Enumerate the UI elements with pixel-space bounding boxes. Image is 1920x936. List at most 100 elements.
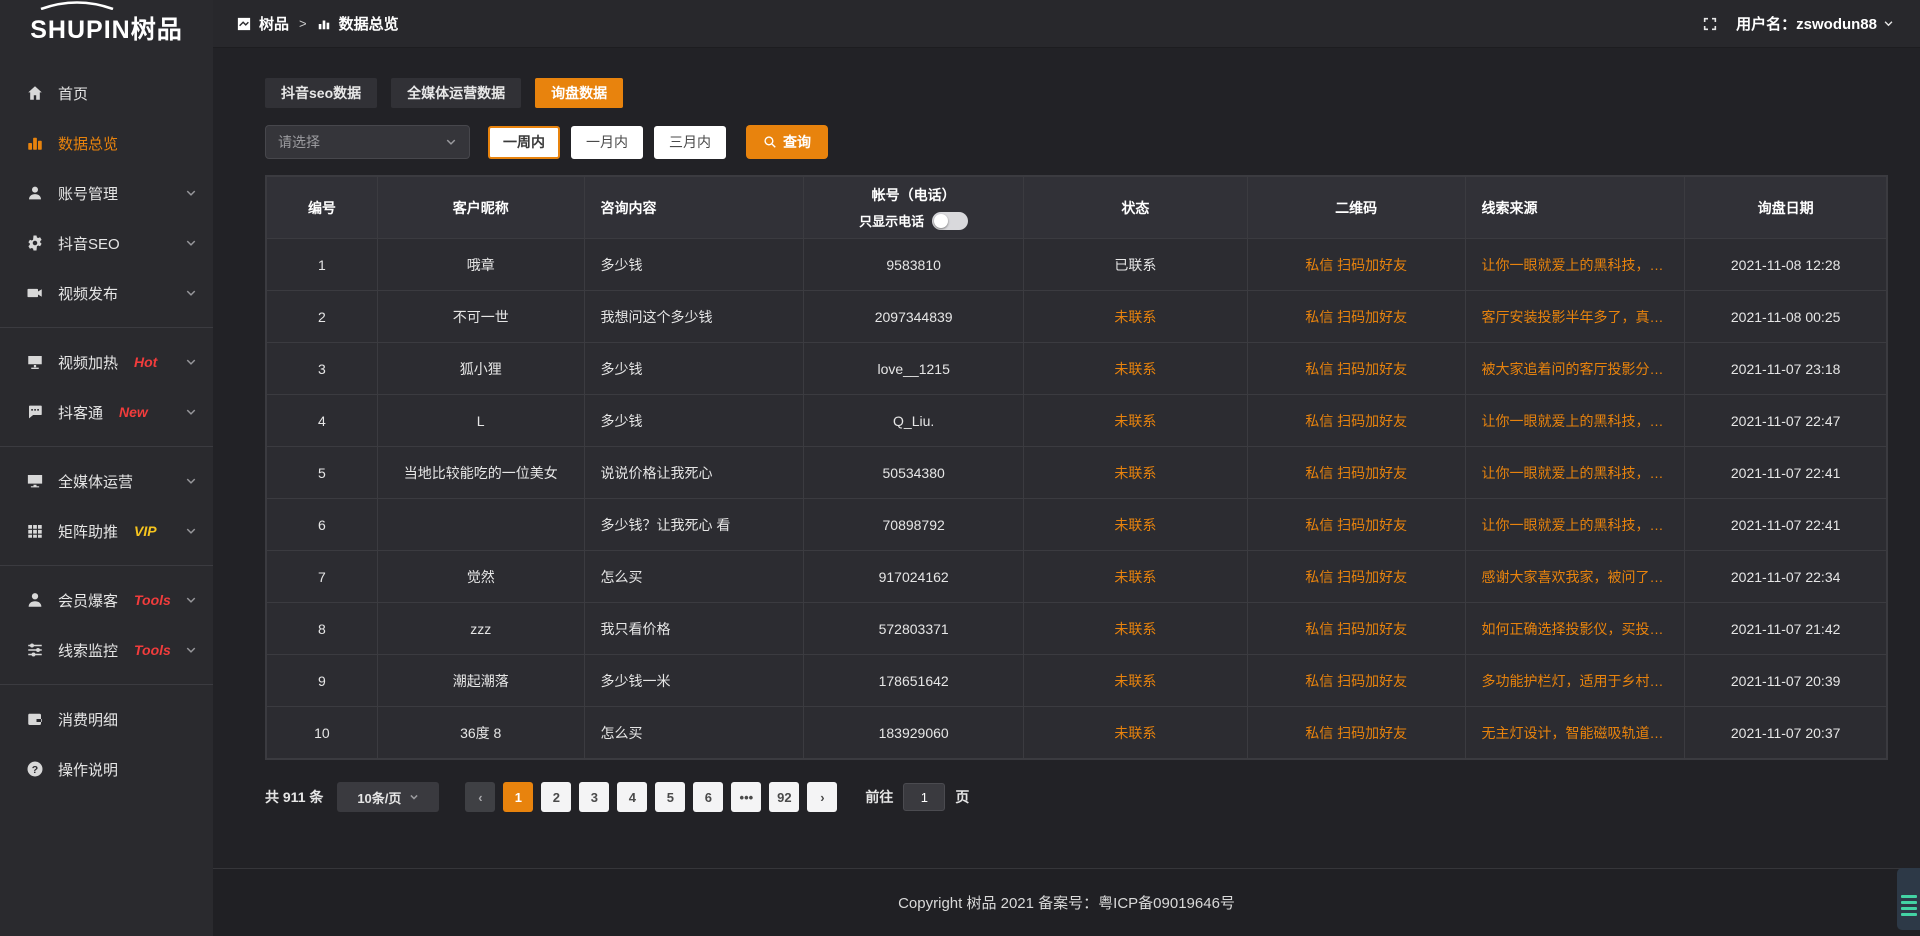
more-pages-button[interactable]: ••• <box>731 782 761 812</box>
cell-source[interactable]: 感谢大家喜欢我家，被问了好... <box>1465 551 1685 603</box>
table-row: 2不可一世我想问这个多少钱2097344839未联系私信 扫码加好友客厅安装投影… <box>267 291 1887 343</box>
page-button-1[interactable]: 1 <box>503 782 533 812</box>
cell-id: 4 <box>267 395 378 447</box>
cell-source[interactable]: 让你一眼就爱上的黑科技，能... <box>1465 447 1685 499</box>
cell-source[interactable]: 如何正确选择投影仪，买投影... <box>1465 603 1685 655</box>
cell-source[interactable]: 让你一眼就爱上的黑科技，能... <box>1465 239 1685 291</box>
cell-qr[interactable]: 私信 扫码加好友 <box>1247 395 1465 447</box>
page-button-6[interactable]: 6 <box>693 782 723 812</box>
sidebar-item-media-ops[interactable]: 全媒体运营 <box>0 456 213 506</box>
cell-account: 183929060 <box>804 707 1024 759</box>
cell-nickname <box>377 499 584 551</box>
column-header-nickname: 客户昵称 <box>377 177 584 239</box>
cell-source[interactable]: 多功能护栏灯，适用于乡村文... <box>1465 655 1685 707</box>
cell-date: 2021-11-08 12:28 <box>1685 239 1887 291</box>
sidebar-item-video-publish[interactable]: 视频发布 <box>0 268 213 318</box>
cell-qr[interactable]: 私信 扫码加好友 <box>1247 655 1465 707</box>
sidebar-item-douketong[interactable]: 抖客通New <box>0 387 213 437</box>
filter-select[interactable]: 请选择 <box>265 125 470 159</box>
cell-status: 未联系 <box>1024 343 1248 395</box>
tab-douyin-seo-data[interactable]: 抖音seo数据 <box>265 78 377 108</box>
fullscreen-icon[interactable] <box>1702 16 1718 32</box>
sidebar-item-lead-monitor[interactable]: 线索监控Tools <box>0 625 213 675</box>
cell-qr[interactable]: 私信 扫码加好友 <box>1247 239 1465 291</box>
page-button-92[interactable]: 92 <box>769 782 799 812</box>
page-button-4[interactable]: 4 <box>617 782 647 812</box>
cell-qr[interactable]: 私信 扫码加好友 <box>1247 551 1465 603</box>
sidebar-item-data-overview[interactable]: 数据总览 <box>0 118 213 168</box>
sidebar-item-home[interactable]: 首页 <box>0 68 213 118</box>
sidebar-item-label: 线索监控 <box>58 640 118 661</box>
cell-content: 多少钱？让我死心 看 <box>584 499 804 551</box>
cell-nickname: zzz <box>377 603 584 655</box>
phone-only-toggle[interactable] <box>932 212 968 230</box>
floating-widget[interactable] <box>1897 868 1920 930</box>
cell-source[interactable]: 让你一眼就爱上的黑科技，能... <box>1465 395 1685 447</box>
page-button-5[interactable]: 5 <box>655 782 685 812</box>
column-header-qr: 二维码 <box>1247 177 1465 239</box>
sidebar-item-label: 消费明细 <box>58 709 118 730</box>
topbar-right: 用户名：zswodun88 <box>1702 13 1894 34</box>
table-row: 5当地比较能吃的一位美女说说价格让我死心50534380未联系私信 扫码加好友让… <box>267 447 1887 499</box>
page-button-2[interactable]: 2 <box>541 782 571 812</box>
period-button-week[interactable]: 一周内 <box>488 126 560 159</box>
query-button[interactable]: 查询 <box>746 125 828 159</box>
sidebar-item-label: 矩阵助推 <box>58 521 118 542</box>
cell-source[interactable]: 无主灯设计，智能磁吸轨道灯... <box>1465 707 1685 759</box>
cell-id: 6 <box>267 499 378 551</box>
gear-icon <box>26 234 44 252</box>
tab-inquiry-data[interactable]: 询盘数据 <box>535 78 623 108</box>
next-page-button[interactable]: › <box>807 782 837 812</box>
cell-source[interactable]: 被大家追着问的客厅投影分享... <box>1465 343 1685 395</box>
cell-date: 2021-11-08 00:25 <box>1685 291 1887 343</box>
cell-date: 2021-11-07 20:39 <box>1685 655 1887 707</box>
cell-qr[interactable]: 私信 扫码加好友 <box>1247 707 1465 759</box>
app-square-icon <box>237 17 251 31</box>
cell-content: 说说价格让我死心 <box>584 447 804 499</box>
sidebar-item-label: 全媒体运营 <box>58 471 133 492</box>
cell-date: 2021-11-07 23:18 <box>1685 343 1887 395</box>
tab-bar: 抖音seo数据全媒体运营数据询盘数据 <box>265 78 1888 108</box>
sidebar-item-member-leads[interactable]: 会员爆客Tools <box>0 575 213 625</box>
sidebar-item-matrix-boost[interactable]: 矩阵助推VIP <box>0 506 213 556</box>
sidebar-item-label: 数据总览 <box>58 133 118 154</box>
table-row: 1036度 8怎么买183929060未联系私信 扫码加好友无主灯设计，智能磁吸… <box>267 707 1887 759</box>
cell-content: 我想问这个多少钱 <box>584 291 804 343</box>
cell-status: 未联系 <box>1024 291 1248 343</box>
user-menu[interactable]: 用户名：zswodun88 <box>1736 13 1894 34</box>
page-button-3[interactable]: 3 <box>579 782 609 812</box>
cell-source[interactable]: 让你一眼就爱上的黑科技，能... <box>1465 499 1685 551</box>
sidebar-item-help[interactable]: ?操作说明 <box>0 744 213 794</box>
cell-qr[interactable]: 私信 扫码加好友 <box>1247 291 1465 343</box>
cell-qr[interactable]: 私信 扫码加好友 <box>1247 447 1465 499</box>
footer: Copyright 树品 2021 备案号：粤ICP备09019646号 <box>213 868 1920 936</box>
period-button-month[interactable]: 一月内 <box>571 126 643 159</box>
sidebar-item-consume-detail[interactable]: 消费明细 <box>0 694 213 744</box>
cell-date: 2021-11-07 22:41 <box>1685 447 1887 499</box>
sidebar-item-video-heat[interactable]: 视频加热Hot <box>0 337 213 387</box>
goto-page-input[interactable] <box>903 783 945 811</box>
prev-page-button[interactable]: ‹ <box>465 782 495 812</box>
sidebar-item-douyin-seo[interactable]: 抖音SEO <box>0 218 213 268</box>
chevron-down-icon <box>185 594 197 606</box>
cell-source[interactable]: 客厅安装投影半年多了，真实... <box>1465 291 1685 343</box>
cell-qr[interactable]: 私信 扫码加好友 <box>1247 603 1465 655</box>
cell-qr[interactable]: 私信 扫码加好友 <box>1247 343 1465 395</box>
cell-nickname: 潮起潮落 <box>377 655 584 707</box>
cell-content: 多少钱 <box>584 395 804 447</box>
period-button-quarter[interactable]: 三月内 <box>654 126 726 159</box>
chevron-down-icon <box>185 356 197 368</box>
total-count-label: 共 911 条 <box>265 787 323 807</box>
sidebar-item-label: 操作说明 <box>58 759 118 780</box>
breadcrumb-root[interactable]: 树品 <box>259 13 289 34</box>
sidebar-item-label: 会员爆客 <box>58 590 118 611</box>
sidebar-item-label: 抖音SEO <box>58 233 120 254</box>
table-row: 7觉然怎么买917024162未联系私信 扫码加好友感谢大家喜欢我家，被问了好.… <box>267 551 1887 603</box>
page-size-select[interactable]: 10条/页 <box>337 782 439 812</box>
tab-media-ops-data[interactable]: 全媒体运营数据 <box>391 78 521 108</box>
pagination: 共 911 条 10条/页 ‹123456•••92› 前往 页 <box>265 782 1888 812</box>
cell-id: 9 <box>267 655 378 707</box>
cell-qr[interactable]: 私信 扫码加好友 <box>1247 499 1465 551</box>
monitor-icon <box>26 472 44 490</box>
sidebar-item-account-mgmt[interactable]: 账号管理 <box>0 168 213 218</box>
